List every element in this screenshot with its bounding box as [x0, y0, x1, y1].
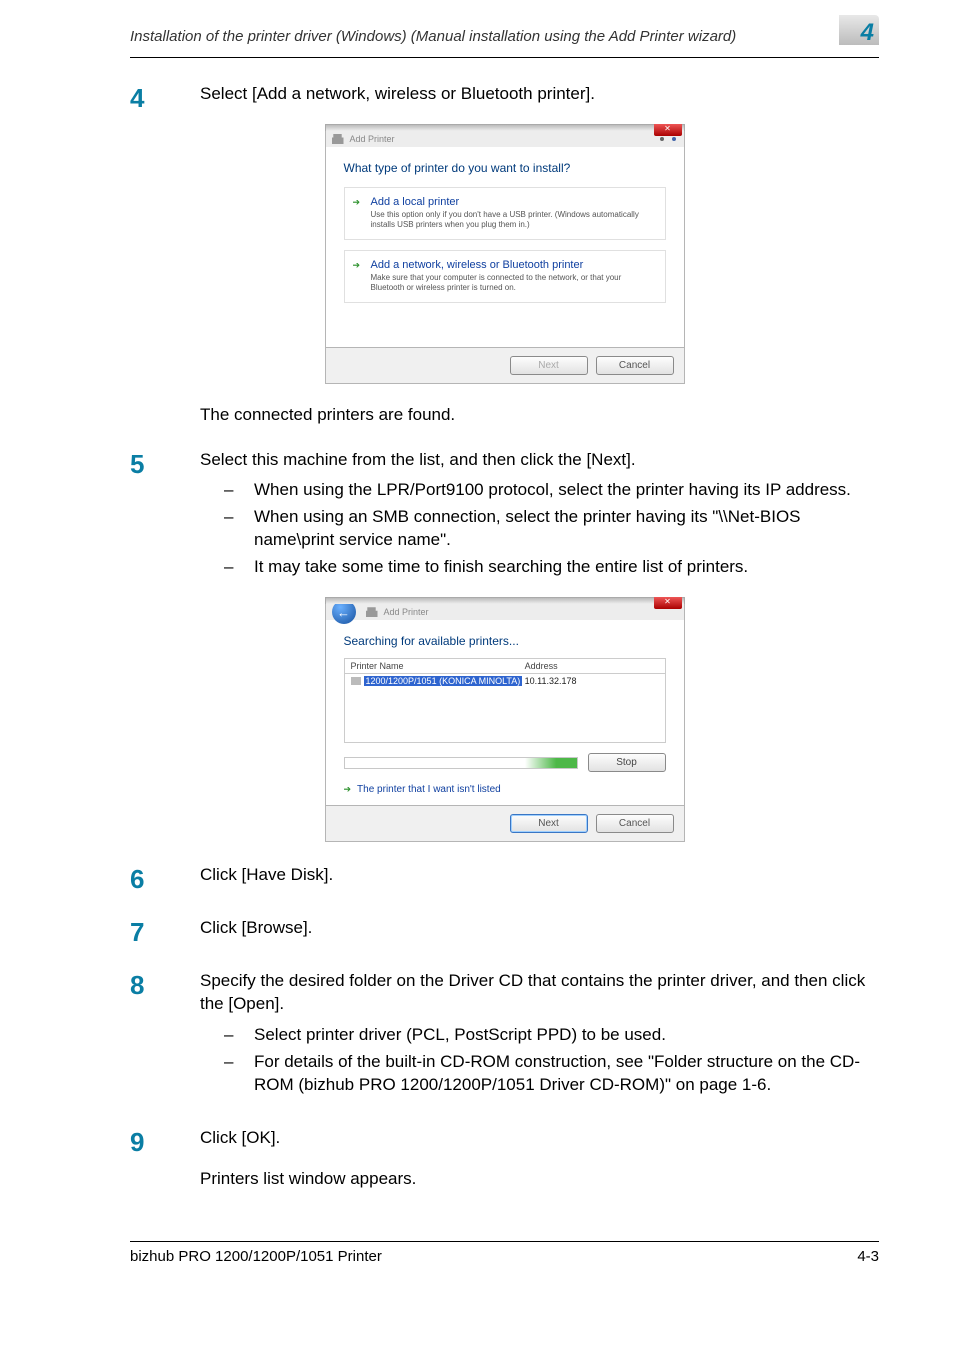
- step-8-bullet: For details of the built-in CD-ROM const…: [224, 1051, 879, 1097]
- chapter-tab: 4: [837, 15, 879, 49]
- add-network-printer-option[interactable]: ➔ Add a network, wireless or Bluetooth p…: [344, 250, 666, 303]
- close-icon[interactable]: ✕: [654, 124, 682, 136]
- step-number: 7: [130, 917, 200, 948]
- step-7-text: Click [Browse].: [200, 917, 879, 948]
- add-local-printer-option[interactable]: ➔ Add a local printer Use this option on…: [344, 187, 666, 240]
- option-desc: Make sure that your computer is connecte…: [371, 273, 655, 294]
- step-4-text: Select [Add a network, wireless or Bluet…: [200, 83, 879, 114]
- page-header-title: Installation of the printer driver (Wind…: [130, 28, 736, 49]
- option-desc: Use this option only if you don't have a…: [371, 210, 655, 231]
- step-5-bullet: When using the LPR/Port9100 protocol, se…: [224, 479, 879, 502]
- step-number: 4: [130, 83, 200, 114]
- close-icon[interactable]: ✕: [654, 597, 682, 609]
- column-header-name: Printer Name: [351, 661, 525, 671]
- step-5-bullet: When using an SMB connection, select the…: [224, 506, 879, 552]
- step-5-text: Select this machine from the list, and t…: [200, 449, 879, 472]
- step-8-bullet: Select printer driver (PCL, PostScript P…: [224, 1024, 879, 1047]
- footer-rule: [130, 1241, 879, 1242]
- printer-list-row[interactable]: 1200/1200P/1051 (KONICA MINOLTA) 10.11.3…: [351, 676, 659, 686]
- step-5-bullet: It may take some time to finish searchin…: [224, 556, 879, 579]
- stop-button[interactable]: Stop: [588, 753, 666, 772]
- next-button: Next: [510, 356, 588, 375]
- printer-not-listed-label: The printer that I want isn't listed: [357, 784, 501, 795]
- chapter-number: 4: [861, 19, 873, 47]
- column-header-address: Address: [525, 661, 659, 671]
- step-9-text: Click [OK].: [200, 1127, 879, 1150]
- step-4-result: The connected printers are found.: [200, 404, 879, 427]
- step-8-text: Specify the desired folder on the Driver…: [200, 970, 879, 1016]
- search-progress-bar: [344, 757, 578, 769]
- arrow-right-icon: ➔: [353, 197, 361, 208]
- dialog-breadcrumb: Add Printer: [350, 134, 395, 144]
- add-printer-dialog-type: ✕ Add Printer What type of printer do yo…: [325, 124, 685, 384]
- step-number: 6: [130, 864, 200, 895]
- option-title: Add a network, wireless or Bluetooth pri…: [371, 259, 655, 271]
- dialog-heading: Searching for available printers...: [344, 634, 666, 648]
- header-rule: [130, 57, 879, 58]
- footer-left: bizhub PRO 1200/1200P/1051 Printer: [130, 1248, 382, 1265]
- printer-name: 1200/1200P/1051 (KONICA MINOLTA): [364, 676, 523, 686]
- dialog-breadcrumb: Add Printer: [384, 607, 429, 617]
- arrow-right-icon: ➔: [353, 260, 361, 271]
- printer-icon: [366, 607, 378, 617]
- printer-icon: [351, 677, 361, 685]
- printer-address: 10.11.32.178: [525, 676, 659, 686]
- cancel-button[interactable]: Cancel: [596, 814, 674, 833]
- add-printer-dialog-searching: ✕ ← Add Printer Searching for available …: [325, 597, 685, 842]
- cancel-button[interactable]: Cancel: [596, 356, 674, 375]
- footer-page-number: 4-3: [857, 1248, 879, 1265]
- step-9-result: Printers list window appears.: [200, 1168, 879, 1191]
- option-title: Add a local printer: [371, 196, 655, 208]
- dialog-heading: What type of printer do you want to inst…: [344, 161, 666, 175]
- step-number: 8: [130, 970, 200, 1105]
- step-number: 5: [130, 449, 200, 588]
- step-6-text: Click [Have Disk].: [200, 864, 879, 895]
- printer-icon: [332, 134, 344, 144]
- arrow-right-icon: ➔: [344, 784, 352, 795]
- next-button[interactable]: Next: [510, 814, 588, 833]
- printer-not-listed-link[interactable]: ➔ The printer that I want isn't listed: [344, 784, 666, 795]
- step-number: 9: [130, 1127, 200, 1158]
